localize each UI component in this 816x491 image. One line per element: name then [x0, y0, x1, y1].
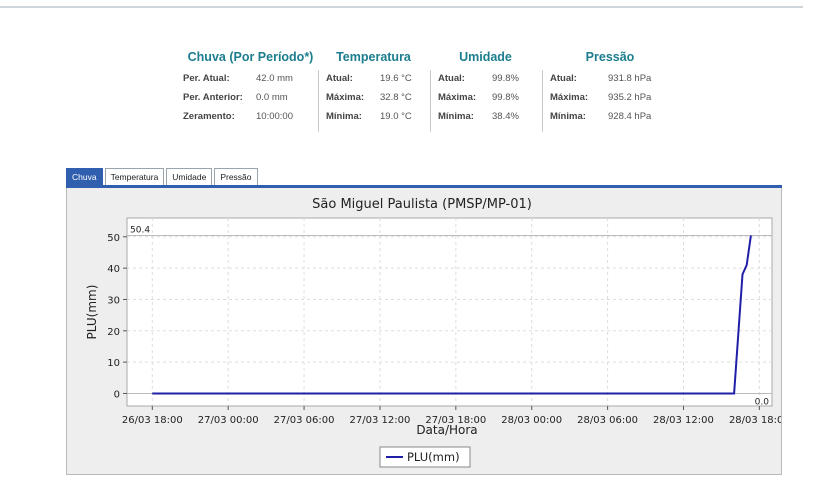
rain-previous-label: Per. Anterior: [183, 92, 243, 103]
min-marker-label: 0.0 [755, 397, 770, 407]
legend-label: PLU(mm) [407, 450, 460, 464]
x-tick-label: 28/03 12:00 [653, 415, 714, 426]
y-tick-label: 30 [107, 295, 120, 306]
summary-divider [318, 70, 319, 132]
x-tick-label: 27/03 06:00 [274, 415, 335, 426]
temperature-summary-title: Temperatura [336, 50, 411, 64]
rain-reset-value: 10:00:00 [256, 111, 293, 122]
y-tick-label: 40 [107, 264, 120, 275]
pressure-current-label: Atual: [550, 73, 577, 84]
humidity-current-value: 99.8% [492, 73, 519, 84]
top-divider [0, 6, 803, 8]
chart-tabs: Chuva Temperatura Umidade Pressão [66, 168, 260, 186]
summary-divider [430, 70, 431, 132]
pressure-min-label: Mínima: [550, 111, 586, 122]
temperature-min-label: Mínima: [326, 111, 362, 122]
x-tick-label: 26/03 18:00 [122, 415, 183, 426]
summary-panel: Chuva (Por Período*) Per. Atual: 42.0 mm … [183, 50, 683, 140]
x-axis-label: Data/Hora [416, 423, 477, 437]
tab-umidade[interactable]: Umidade [166, 168, 213, 185]
tab-chuva[interactable]: Chuva [66, 168, 103, 185]
rain-summary: Chuva (Por Período*) Per. Atual: 42.0 mm … [183, 50, 318, 126]
humidity-max-value: 99.8% [492, 92, 519, 103]
chart-panel: São Miguel Paulista (PMSP/MP-01) 0 10 20 30… [66, 188, 790, 475]
plot-area [126, 217, 773, 407]
temperature-max-value: 32.8 °C [380, 92, 412, 103]
pressure-max-label: Máxima: [550, 92, 589, 103]
y-axis-label: PLU(mm) [85, 285, 99, 340]
humidity-min-label: Mínima: [438, 111, 474, 122]
legend: PLU(mm) [379, 446, 471, 468]
temperature-min-value: 19.0 °C [380, 111, 412, 122]
x-tick-label: 27/03 12:00 [350, 415, 411, 426]
humidity-min-value: 38.4% [492, 111, 519, 122]
pressure-min-value: 928.4 hPa [608, 111, 652, 122]
y-axis-ticks: 0 10 20 30 40 50 [107, 233, 127, 400]
rain-current-value: 42.0 mm [256, 73, 293, 84]
y-tick-label: 0 [114, 389, 120, 400]
humidity-current-label: Atual: [438, 73, 465, 84]
rain-previous-value: 0.0 mm [256, 92, 288, 103]
y-tick-label: 10 [107, 358, 120, 369]
y-tick-label: 20 [107, 327, 120, 338]
rain-chart: São Miguel Paulista (PMSP/MP-01) 0 10 20 30… [85, 197, 790, 468]
pressure-current-value: 931.8 hPa [608, 73, 652, 84]
x-tick-label: 28/03 06:00 [577, 415, 638, 426]
temperature-current-value: 19.6 °C [380, 73, 412, 84]
x-tick-label: 28/03 00:00 [501, 415, 562, 426]
rain-current-label: Per. Atual: [183, 73, 230, 84]
rain-reset-label: Zeramento: [183, 111, 235, 122]
max-marker-label: 50.4 [130, 226, 150, 236]
rain-summary-title: Chuva (Por Período*) [187, 50, 314, 64]
x-tick-label: 28/03 18:00 [729, 415, 781, 426]
temperature-max-label: Máxima: [326, 92, 365, 103]
tab-temperatura[interactable]: Temperatura [104, 168, 165, 185]
pressure-summary: Pressão Atual: 931.8 hPa Máxima: 935.2 hPa… [550, 50, 670, 126]
x-tick-label: 27/03 00:00 [198, 415, 259, 426]
pressure-max-value: 935.2 hPa [608, 92, 652, 103]
pressure-summary-title: Pressão [585, 50, 635, 64]
y-tick-label: 50 [107, 233, 120, 244]
summary-divider [542, 70, 543, 132]
humidity-summary-title: Umidade [459, 50, 512, 64]
temperature-summary: Temperatura Atual: 19.6 °C Máxima: 32.8 °C… [326, 50, 421, 126]
chart-title: São Miguel Paulista (PMSP/MP-01) [312, 197, 532, 212]
humidity-max-label: Máxima: [438, 92, 477, 103]
temperature-current-label: Atual: [326, 73, 353, 84]
humidity-summary: Umidade Atual: 99.8% Máxima: 99.8% Mínima:… [438, 50, 533, 126]
tab-pressao[interactable]: Pressão [214, 168, 258, 185]
